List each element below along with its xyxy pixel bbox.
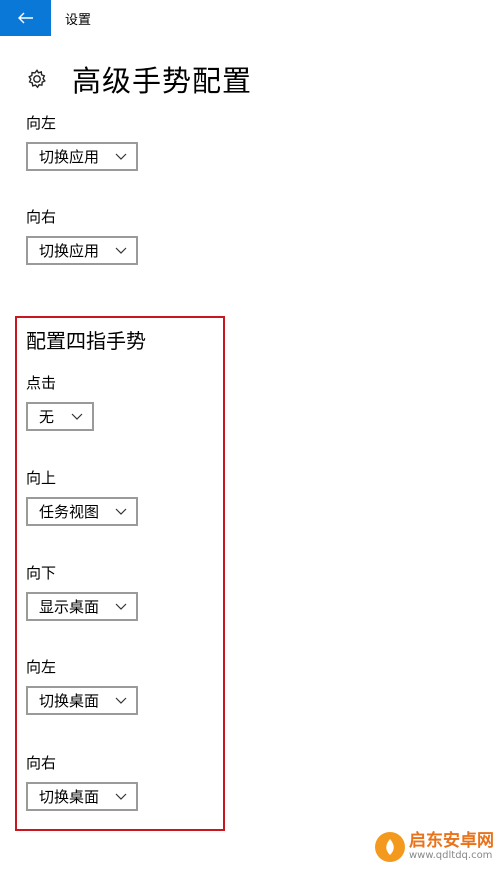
gear-icon — [28, 69, 46, 89]
swipe-left-label: 向左 — [26, 658, 57, 676]
chevron-down-icon — [115, 793, 127, 800]
page-title: 高级手势配置 — [72, 64, 253, 98]
dropdown-value: 切换桌面 — [39, 788, 100, 806]
gesture-right-dropdown[interactable]: 切换应用 — [26, 236, 138, 265]
swipe-up-label: 向上 — [26, 469, 57, 487]
watermark-name: 启东安卓网 — [409, 831, 494, 851]
dropdown-value: 显示桌面 — [39, 598, 100, 616]
chevron-down-icon — [115, 508, 127, 515]
dropdown-value: 无 — [39, 408, 55, 426]
swipe-left-dropdown[interactable]: 切换桌面 — [26, 686, 138, 715]
swipe-down-label: 向下 — [26, 564, 57, 582]
chevron-down-icon — [115, 697, 127, 704]
gesture-left-dropdown[interactable]: 切换应用 — [26, 142, 138, 171]
dropdown-value: 切换应用 — [39, 148, 100, 166]
chevron-down-icon — [115, 247, 127, 254]
back-arrow-icon — [17, 12, 33, 24]
chevron-down-icon — [71, 413, 83, 420]
watermark-logo-icon — [375, 832, 405, 862]
watermark: 启东安卓网 www.qdltdq.com — [375, 832, 494, 862]
swipe-right-label: 向右 — [26, 754, 57, 772]
dropdown-value: 任务视图 — [39, 503, 100, 521]
gesture-left-label: 向左 — [26, 114, 57, 132]
back-button[interactable] — [0, 0, 51, 36]
watermark-url: www.qdltdq.com — [409, 850, 493, 861]
window-title: 设置 — [65, 13, 92, 28]
chevron-down-icon — [115, 153, 127, 160]
tap-label: 点击 — [26, 374, 57, 392]
swipe-down-dropdown[interactable]: 显示桌面 — [26, 592, 138, 621]
title-bar: 设置 — [0, 0, 500, 36]
dropdown-value: 切换桌面 — [39, 692, 100, 710]
tap-dropdown[interactable]: 无 — [26, 402, 94, 431]
page-header: 高级手势配置 — [26, 58, 252, 100]
swipe-right-dropdown[interactable]: 切换桌面 — [26, 782, 138, 811]
swipe-up-dropdown[interactable]: 任务视图 — [26, 497, 138, 526]
gesture-right-label: 向右 — [26, 208, 57, 226]
chevron-down-icon — [115, 603, 127, 610]
dropdown-value: 切换应用 — [39, 242, 100, 260]
section-title: 配置四指手势 — [26, 329, 146, 353]
